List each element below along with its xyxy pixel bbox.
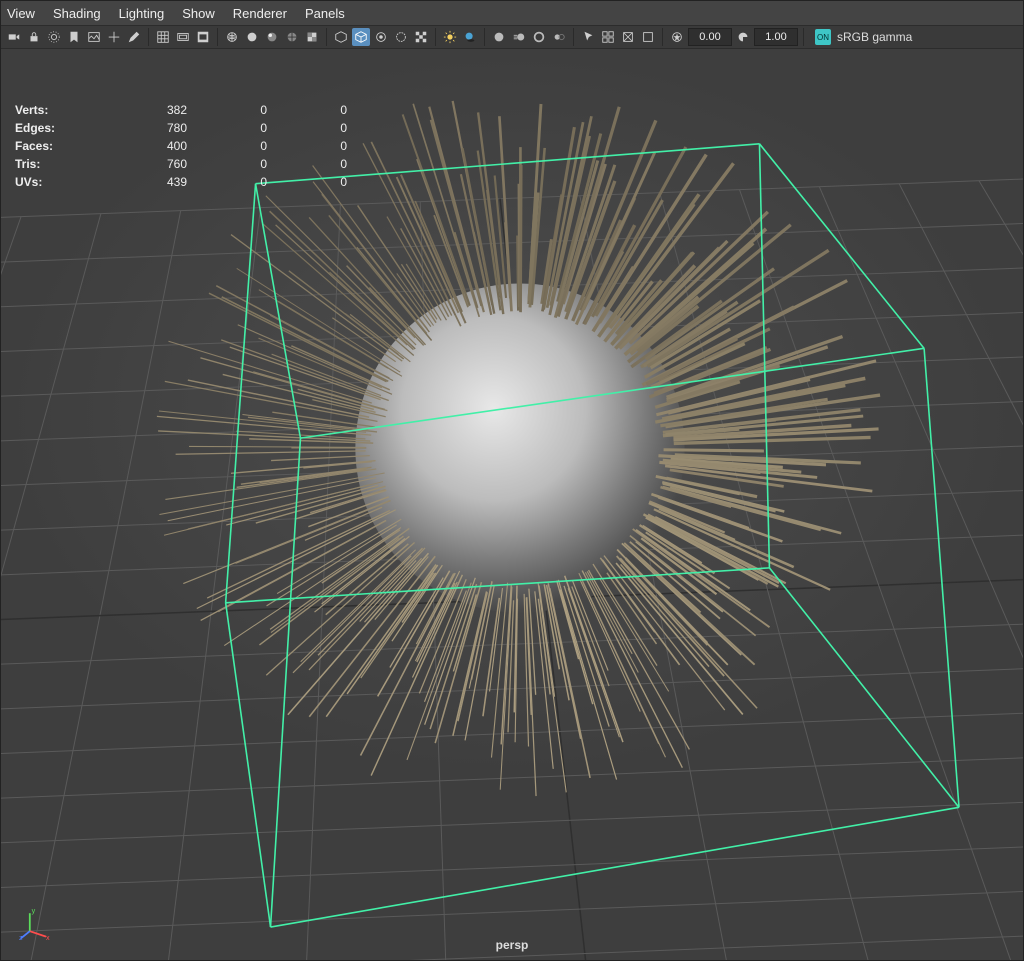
select-tool-icon[interactable] [579,28,597,46]
smooth-shade-all-icon[interactable] [243,28,261,46]
grease-pencil-icon[interactable] [125,28,143,46]
menu-view[interactable]: View [7,6,35,21]
wireframe-icon[interactable] [223,28,241,46]
toolbar-separator [573,28,574,46]
exposure-field[interactable]: 0.00 [688,28,732,46]
axis-gizmo: y x z [19,906,55,942]
checker-icon[interactable] [412,28,430,46]
menu-renderer[interactable]: Renderer [233,6,287,21]
camera-settings-icon[interactable] [45,28,63,46]
hud-row-uvs: UVs: 439 0 0 [15,173,365,191]
wireframe-on-shaded-icon[interactable] [283,28,301,46]
ssao-icon[interactable] [490,28,508,46]
anti-aliasing-icon[interactable] [530,28,548,46]
viewport-colorspace[interactable]: ON sRGB gamma [815,29,912,45]
use-all-lights-icon[interactable] [441,28,459,46]
menu-lighting[interactable]: Lighting [119,6,165,21]
menu-panels[interactable]: Panels [305,6,345,21]
polycount-icon[interactable] [599,28,617,46]
toolbar-separator [435,28,436,46]
image-plane-icon[interactable] [85,28,103,46]
bookmarks-icon[interactable] [65,28,83,46]
gate-mask-icon[interactable] [194,28,212,46]
viewport[interactable]: Verts: 382 0 0 Edges: 780 0 0 Faces: 400… [1,49,1023,960]
hud-row-verts: Verts: 382 0 0 [15,101,365,119]
overlay1-icon[interactable] [619,28,637,46]
xray-components-icon[interactable] [392,28,410,46]
toolbar-separator [484,28,485,46]
xray-joints-icon[interactable] [372,28,390,46]
isolate-select-icon[interactable] [332,28,350,46]
gamma-icon[interactable] [734,28,752,46]
toolbar-separator [148,28,149,46]
camera-name-label: persp [1,938,1023,952]
polycount-hud: Verts: 382 0 0 Edges: 780 0 0 Faces: 400… [15,101,365,191]
gamma-field[interactable]: 1.00 [754,28,798,46]
hud-row-edges: Edges: 780 0 0 [15,119,365,137]
depth-of-field-icon[interactable] [550,28,568,46]
svg-text:y: y [32,906,36,915]
use-default-material-icon[interactable] [263,28,281,46]
motion-blur-icon[interactable] [510,28,528,46]
textured-icon[interactable] [303,28,321,46]
shadows-icon[interactable] [461,28,479,46]
2d-pan-zoom-icon[interactable] [105,28,123,46]
menu-show[interactable]: Show [182,6,215,21]
menu-shading[interactable]: Shading [53,6,101,21]
toolbar-separator [662,28,663,46]
colorspace-label: sRGB gamma [837,30,912,44]
hud-row-tris: Tris: 760 0 0 [15,155,365,173]
toolbar-separator [217,28,218,46]
exposure-icon[interactable] [668,28,686,46]
grid-icon[interactable] [154,28,172,46]
toolbar-separator [803,28,804,46]
camera-lock-icon[interactable] [25,28,43,46]
panel-menubar: View Shading Lighting Show Renderer Pane… [1,1,1023,25]
colorspace-badge-icon: ON [815,29,831,45]
panel-toolbar: 0.00 1.00 ON sRGB gamma [1,25,1023,49]
xray-icon[interactable] [352,28,370,46]
hud-row-faces: Faces: 400 0 0 [15,137,365,155]
select-camera-icon[interactable] [5,28,23,46]
toolbar-separator [326,28,327,46]
overlay2-icon[interactable] [639,28,657,46]
film-gate-icon[interactable] [174,28,192,46]
